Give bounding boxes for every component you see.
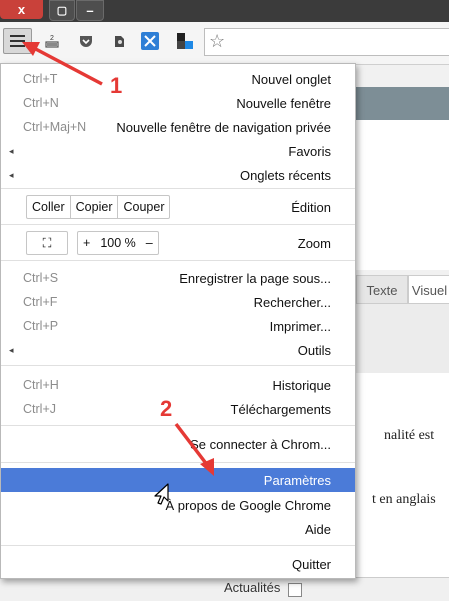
annotation-step-1: 1 <box>110 73 123 98</box>
annotation-arrow-1 <box>22 42 103 86</box>
annotation-step-2: 2 <box>160 396 173 421</box>
annotation-arrows <box>22 42 214 476</box>
annotation-arrow-2 <box>174 422 214 476</box>
